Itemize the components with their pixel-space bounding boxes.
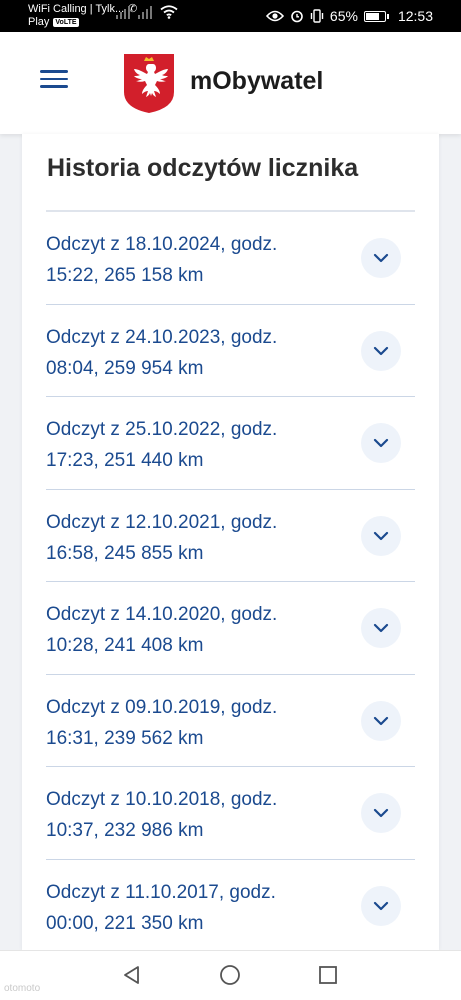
chevron-down-icon: [373, 808, 389, 818]
system-navigation-bar: otomoto: [0, 950, 461, 1000]
expand-button[interactable]: [361, 515, 401, 556]
reading-item[interactable]: Odczyt z 11.10.2017, godz. 00:00, 221 350…: [46, 860, 415, 952]
recent-apps-icon[interactable]: [316, 963, 340, 987]
expand-button[interactable]: [361, 608, 401, 648]
reading-label: Odczyt z 11.10.2017, godz. 00:00, 221 350…: [46, 877, 346, 939]
chevron-down-icon: [373, 623, 389, 633]
reading-value: 16:58, 245 855 km: [46, 542, 204, 564]
reading-label: Odczyt z 25.10.2022, godz. 17:23, 251 440…: [46, 414, 346, 476]
reading-item[interactable]: Odczyt z 09.10.2019, godz. 16:31, 239 562…: [46, 675, 415, 767]
vibrate-icon: [310, 9, 324, 23]
polish-eagle-emblem-icon: [124, 54, 174, 113]
reading-value: 15:22, 265 158 km: [46, 265, 204, 286]
chevron-down-icon: [373, 901, 389, 910]
eye-icon: [265, 10, 284, 22]
reading-item[interactable]: Odczyt z 10.10.2018, godz. 10:37, 232 986…: [46, 767, 415, 860]
status-bar: WiFi Calling | Tylk... ✆ Play VoLTE 65% 12…: [0, 0, 461, 32]
expand-button[interactable]: [361, 793, 401, 833]
chevron-down-icon: [373, 716, 389, 725]
wifi-icon: [160, 5, 178, 19]
reading-value: 10:37, 232 986 km: [46, 820, 204, 841]
reading-item[interactable]: Odczyt z 12.10.2021, godz. 16:58, 245 855…: [46, 490, 415, 582]
reading-value: 17:23, 251 440 km: [46, 450, 204, 471]
signal-icon-2: [138, 5, 152, 19]
reading-item[interactable]: Odczyt z 24.10.2023, godz. 08:04, 259 954…: [46, 305, 415, 397]
alarm-icon: [291, 10, 303, 23]
reading-label: Odczyt z 12.10.2021, godz. 16:58, 245 855…: [46, 507, 346, 569]
battery-icon: [363, 10, 389, 22]
reading-value: 00:00, 221 350 km: [46, 912, 204, 934]
hamburger-menu-icon[interactable]: [40, 70, 68, 90]
clock: 12:53: [397, 8, 433, 24]
watermark: otomoto: [4, 983, 41, 994]
expand-button[interactable]: [361, 700, 401, 741]
expand-button[interactable]: [361, 330, 401, 371]
signal-icon: [116, 5, 130, 19]
reading-label: Odczyt z 09.10.2019, godz. 16:31, 239 562…: [46, 692, 346, 754]
expand-button[interactable]: [361, 423, 401, 463]
reading-date: Odczyt z 09.10.2019, godz.: [46, 696, 278, 718]
reading-value: 08:04, 259 954 km: [46, 357, 204, 379]
app-header: mObywatel: [0, 32, 461, 134]
app-title: mObywatel: [190, 67, 324, 95]
chevron-down-icon: [373, 346, 389, 355]
reading-value: 16:31, 239 562 km: [46, 727, 204, 749]
reading-date: Odczyt z 18.10.2024, godz.: [46, 234, 278, 255]
expand-button[interactable]: [361, 238, 401, 278]
reading-item[interactable]: Odczyt z 25.10.2022, godz. 17:23, 251 440…: [46, 397, 415, 490]
expand-button[interactable]: [361, 885, 401, 926]
reading-date: Odczyt z 11.10.2017, godz.: [46, 881, 276, 903]
reading-label: Odczyt z 18.10.2024, godz. 15:22, 265 158…: [46, 229, 346, 291]
reading-list: Odczyt z 18.10.2024, godz. 15:22, 265 158…: [46, 210, 415, 952]
reading-label: Odczyt z 24.10.2023, godz. 08:04, 259 954…: [46, 322, 346, 384]
battery-percent: 65%: [329, 8, 358, 24]
reading-date: Odczyt z 25.10.2022, godz.: [46, 419, 278, 440]
carrier-label: WiFi Calling | Tylk...: [28, 3, 125, 15]
home-icon[interactable]: [218, 963, 242, 987]
reading-date: Odczyt z 12.10.2021, godz.: [46, 511, 278, 533]
reading-date: Odczyt z 14.10.2020, godz.: [46, 604, 278, 625]
reading-date: Odczyt z 10.10.2018, godz.: [46, 789, 278, 810]
chevron-down-icon: [373, 438, 389, 448]
reading-history-card: Historia odczytów licznika Odczyt z 18.1…: [22, 134, 439, 952]
reading-item[interactable]: Odczyt z 18.10.2024, godz. 15:22, 265 158…: [46, 212, 415, 305]
reading-label: Odczyt z 14.10.2020, godz. 10:28, 241 408…: [46, 599, 346, 661]
back-icon[interactable]: [120, 963, 144, 987]
volte-badge: VoLTE: [53, 18, 79, 27]
chevron-down-icon: [373, 531, 389, 540]
reading-date: Odczyt z 24.10.2023, godz.: [46, 326, 278, 348]
chevron-down-icon: [373, 253, 389, 263]
carrier-name: Play: [28, 16, 50, 28]
reading-value: 10:28, 241 408 km: [46, 635, 204, 656]
section-title: Historia odczytów licznika: [47, 154, 359, 182]
reading-item[interactable]: Odczyt z 14.10.2020, godz. 10:28, 241 408…: [46, 582, 415, 675]
reading-label: Odczyt z 10.10.2018, godz. 10:37, 232 986…: [46, 784, 346, 846]
